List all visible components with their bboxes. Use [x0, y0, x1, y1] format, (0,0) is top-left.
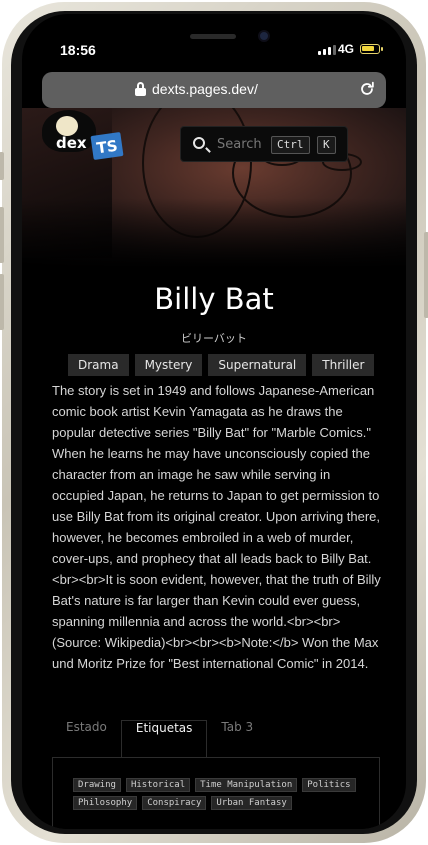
search-icon	[193, 137, 205, 149]
shortcut-ctrl-key: Ctrl	[271, 136, 310, 154]
tag-chip[interactable]: Urban Fantasy	[211, 796, 292, 810]
tag-chip[interactable]: Drawing	[73, 778, 121, 792]
network-type: 4G	[338, 42, 355, 56]
mute-switch	[0, 152, 4, 180]
genre-chip[interactable]: Mystery	[134, 354, 203, 376]
page-title: Billy Bat	[154, 282, 274, 316]
native-title: ビリーバット	[181, 332, 247, 345]
search-placeholder: Search	[217, 137, 262, 152]
power-button	[424, 232, 428, 318]
tag-chip[interactable]: Conspiracy	[142, 796, 207, 810]
lock-icon	[135, 82, 146, 96]
tab-etiquetas[interactable]: Etiquetas	[120, 720, 208, 758]
logo-badge[interactable]: TS	[90, 132, 124, 160]
tab-estado[interactable]: Estado	[52, 720, 121, 758]
signal-icon	[318, 44, 336, 55]
genre-list: Drama Mystery Supernatural Thriller	[68, 354, 375, 376]
url-text: dexts.pages.dev/	[152, 81, 258, 97]
genre-chip[interactable]: Thriller	[312, 354, 375, 376]
tag-chip[interactable]: Philosophy	[73, 796, 138, 810]
genre-chip[interactable]: Supernatural	[208, 354, 307, 376]
tag-chip[interactable]: Time Manipulation	[195, 778, 298, 792]
tag-chip[interactable]: Politics	[302, 778, 356, 792]
tags-panel: Drawing Historical Time Manipulation Pol…	[52, 757, 380, 829]
reload-icon[interactable]	[358, 80, 376, 98]
genre-chip[interactable]: Drama	[68, 354, 129, 376]
front-camera	[258, 30, 270, 42]
volume-down-button	[0, 274, 4, 330]
tab-3[interactable]: Tab 3	[207, 720, 267, 758]
shortcut-k-key: K	[317, 136, 336, 154]
volume-up-button	[0, 207, 4, 263]
screen: 18:56 4G dexts.pages.dev/ dex TS Search …	[22, 14, 406, 829]
speaker	[190, 34, 236, 39]
synopsis: The story is set in 1949 and follows Jap…	[52, 383, 381, 671]
battery-icon	[360, 44, 383, 54]
status-time: 18:56	[60, 42, 96, 58]
logo-text[interactable]: dex	[56, 134, 87, 152]
address-bar[interactable]: dexts.pages.dev/	[42, 72, 386, 108]
tab-bar: Estado Etiquetas Tab 3	[52, 720, 382, 758]
notch	[108, 14, 320, 56]
tag-chip[interactable]: Historical	[125, 778, 191, 792]
tag-list: Drawing Historical Time Manipulation Pol…	[73, 778, 363, 810]
search-box[interactable]: Search Ctrl K	[180, 126, 348, 162]
